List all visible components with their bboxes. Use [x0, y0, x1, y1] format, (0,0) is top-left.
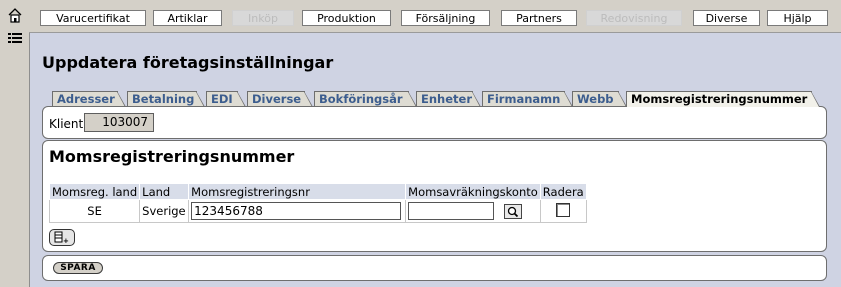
cell-momsreg-nr: 123456788 [188, 199, 407, 223]
client-label: Klient [49, 117, 84, 131]
nav-artiklar[interactable]: Artiklar [153, 10, 222, 26]
nav-varucertifikat[interactable]: Varucertifikat [40, 10, 146, 26]
col-momsregistreringsnr: Momsregistreringsnr [188, 183, 407, 200]
svg-text:+: + [63, 237, 69, 245]
moms-table: Momsreg. land Land Momsregistreringsnr M… [48, 183, 587, 223]
nav-forsaljning[interactable]: Försäljning [401, 10, 490, 26]
momsavrakningskonto-input[interactable] [408, 202, 495, 220]
cell-radera [539, 199, 587, 223]
col-momsreg-land: Momsreg. land [48, 183, 141, 200]
tab-diverse[interactable]: Diverse [247, 91, 313, 107]
nav-redovisning: Redovisning [586, 10, 682, 26]
tab-enheter[interactable]: Enheter [416, 91, 481, 107]
cell-land: Sverige [139, 199, 190, 223]
client-value-field: 103007 [84, 113, 154, 132]
col-momsavrakningskonto: Momsavräkningskonto [405, 183, 541, 200]
search-icon [508, 206, 519, 217]
moms-section-panel: Momsregistreringsnummer Momsreg. land La… [42, 140, 827, 252]
table-row: SE Sverige 123456788 [48, 199, 587, 223]
col-land: Land [139, 183, 190, 200]
cell-momsavrakningskonto [405, 199, 541, 223]
tab-bokforingsar[interactable]: Bokföringsår [314, 91, 417, 107]
nav-partners[interactable]: Partners [501, 10, 577, 26]
add-row-icon: + [54, 231, 69, 245]
menu-list-icon[interactable] [7, 31, 23, 47]
nav-produktion[interactable]: Produktion [302, 10, 391, 26]
tab-adresser[interactable]: Adresser [52, 91, 126, 107]
radera-checkbox[interactable] [556, 202, 571, 217]
momsreg-nr-input[interactable]: 123456788 [191, 202, 402, 220]
col-radera: Radera [539, 183, 587, 200]
tab-edi[interactable]: EDI [206, 91, 246, 107]
table-header-row: Momsreg. land Land Momsregistreringsnr M… [48, 183, 587, 200]
nav-inkop: Inköp [232, 10, 294, 26]
tab-firmanamn[interactable]: Firmanamn [482, 91, 573, 107]
save-panel: SPARA [42, 255, 827, 281]
tab-betalning[interactable]: Betalning [127, 91, 205, 107]
nav-diverse[interactable]: Diverse [693, 10, 760, 26]
section-title: Momsregistreringsnummer [49, 147, 295, 166]
top-navigation: Varucertifikat Artiklar Inköp Produktion… [29, 0, 841, 33]
tab-momsregistreringsnummer[interactable]: Momsregistreringsnummer [626, 91, 820, 107]
save-button[interactable]: SPARA [53, 262, 103, 274]
cell-land-code: SE [48, 199, 141, 223]
add-row-button[interactable]: + [49, 229, 75, 246]
main-content: Uppdatera företagsinställningar Adresser… [30, 33, 841, 287]
tab-webb[interactable]: Webb [572, 91, 627, 107]
client-panel: Klient 103007 [42, 106, 827, 139]
nav-hjalp[interactable]: Hjälp [767, 10, 828, 26]
search-button[interactable] [504, 203, 523, 219]
home-icon[interactable] [7, 7, 23, 23]
left-toolbar [0, 0, 30, 287]
page-title: Uppdatera företagsinställningar [42, 53, 334, 72]
